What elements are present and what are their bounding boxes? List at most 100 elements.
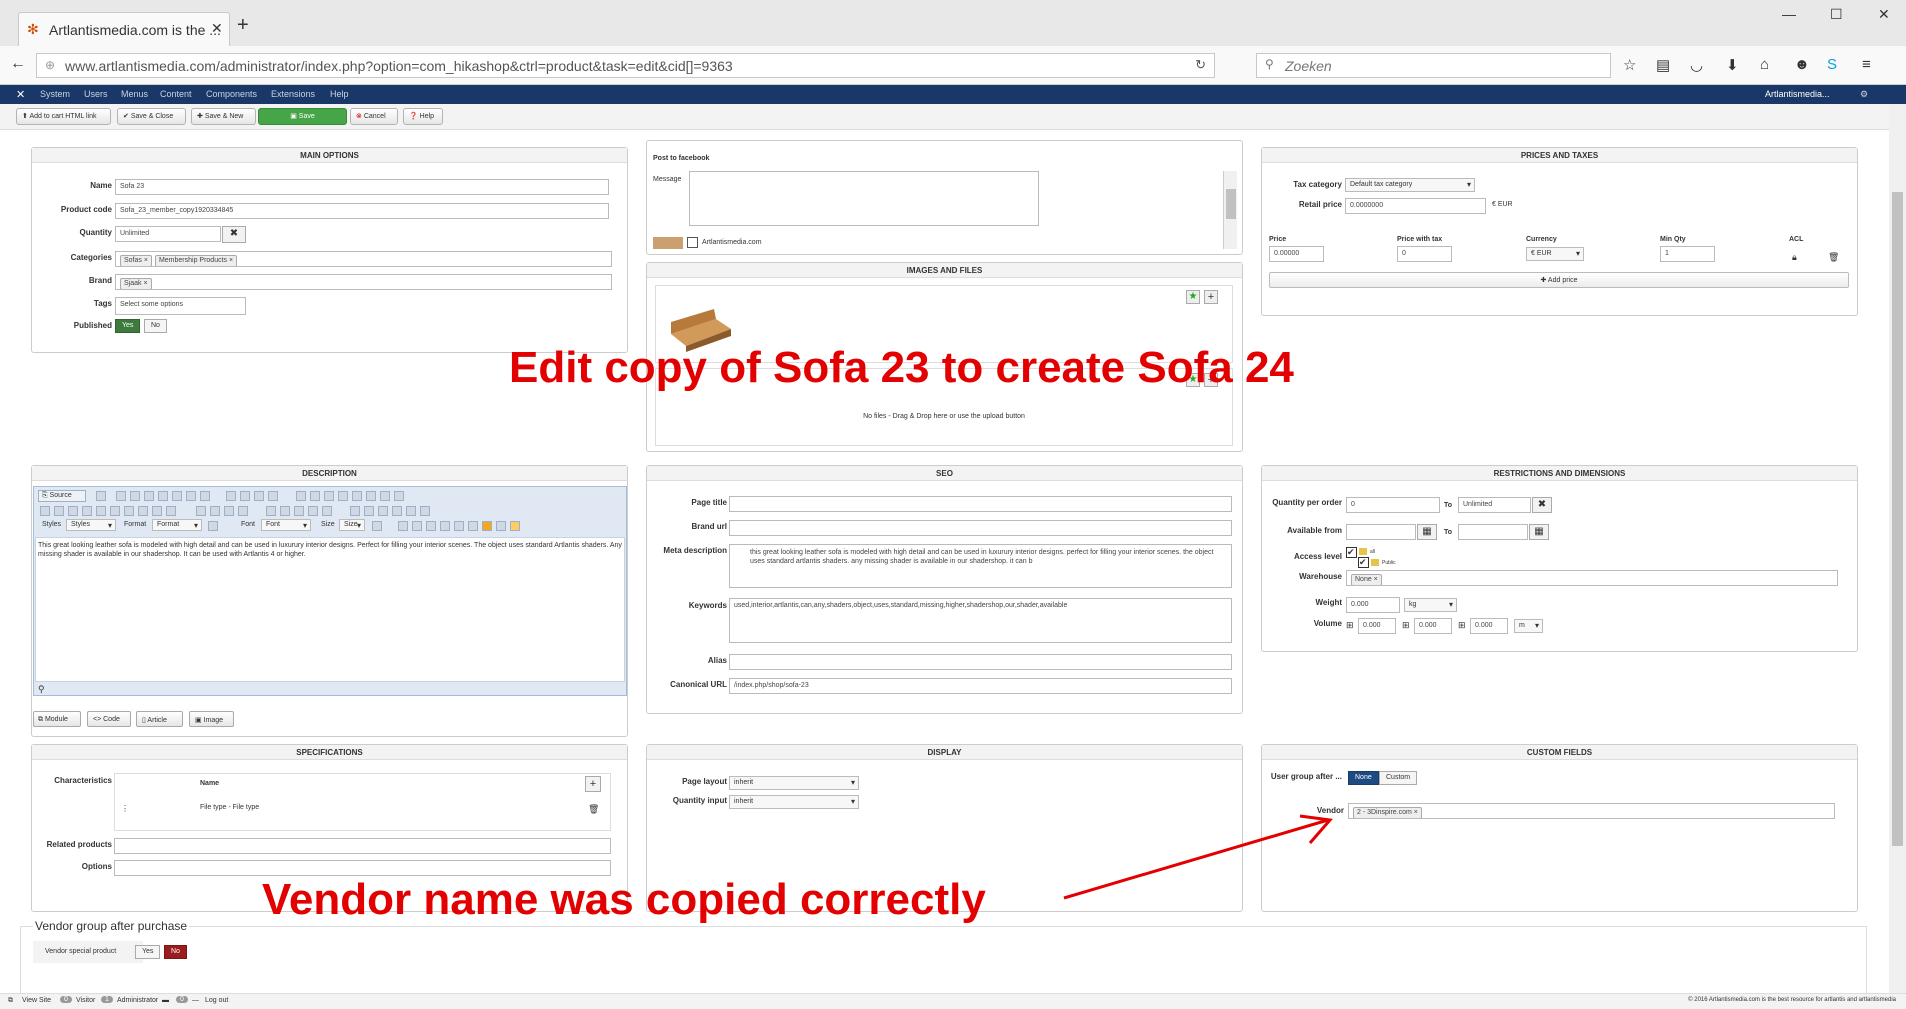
vendor-special-no-toggle[interactable]: No	[164, 945, 187, 959]
available-from-input[interactable]	[1346, 524, 1416, 540]
page-layout-select[interactable]: inherit	[729, 776, 859, 790]
menu-extensions[interactable]: Extensions	[271, 89, 315, 99]
menu-icon[interactable]: ≡	[1862, 56, 1871, 73]
save-new-button[interactable]: ✚ Save & New	[191, 108, 256, 125]
editor-tool-icon[interactable]	[40, 506, 50, 516]
menu-components[interactable]: Components	[206, 89, 257, 99]
image-button[interactable]: ▣ Image	[189, 711, 234, 727]
size-select[interactable]: Size	[339, 519, 365, 531]
editor-tool-icon[interactable]	[172, 491, 182, 501]
editor-tool-icon[interactable]	[268, 491, 278, 501]
editor-tool-icon[interactable]	[254, 491, 264, 501]
min-qty-input[interactable]: 1	[1660, 246, 1715, 262]
bookmark-star-icon[interactable]: ☆	[1623, 56, 1636, 74]
brand-chip[interactable]: Sjaak ×	[120, 278, 152, 289]
facebook-account-checkbox[interactable]	[687, 237, 698, 248]
editor-tool-icon[interactable]	[158, 491, 168, 501]
editor-tool-icon[interactable]	[96, 491, 106, 501]
settings-gear-icon[interactable]: ⚙	[1860, 89, 1868, 100]
editor-tool-icon[interactable]	[454, 521, 464, 531]
editor-tool-icon[interactable]	[116, 491, 126, 501]
vendor-chip[interactable]: 2 - 3Dinspire.com ×	[1353, 807, 1422, 818]
meta-description-input[interactable]: this great looking leather sofa is model…	[729, 544, 1232, 588]
site-name-link[interactable]: Artlantismedia...	[1765, 89, 1830, 99]
warehouse-chip[interactable]: None ×	[1351, 574, 1382, 585]
window-close-icon[interactable]: ✕	[1878, 6, 1890, 23]
module-button[interactable]: ⧉ Module	[33, 711, 81, 727]
price-with-tax-input[interactable]: 0	[1397, 246, 1452, 262]
editor-tool-icon[interactable]	[110, 506, 120, 516]
volume-unit-select[interactable]: m	[1514, 619, 1543, 633]
menu-content[interactable]: Content	[160, 89, 192, 99]
menu-help[interactable]: Help	[330, 89, 349, 99]
pocket-icon[interactable]: ◡	[1690, 56, 1703, 74]
category-chip[interactable]: Sofas ×	[120, 255, 152, 266]
back-icon[interactable]: ←	[10, 55, 26, 73]
code-button[interactable]: <> Code	[87, 711, 131, 727]
editor-tool-icon[interactable]	[226, 491, 236, 501]
editor-tool-icon[interactable]	[96, 506, 106, 516]
access-all-checkbox[interactable]: ✔	[1346, 547, 1357, 558]
currency-select[interactable]: € EUR	[1526, 247, 1584, 261]
minimize-icon[interactable]: —	[1782, 6, 1796, 22]
skype-icon[interactable]: S	[1827, 56, 1837, 73]
options-input[interactable]	[114, 860, 611, 876]
editor-tool-icon[interactable]	[398, 521, 408, 531]
source-button[interactable]: ⎘ Source	[38, 490, 86, 502]
bold-icon[interactable]	[296, 491, 306, 501]
save-button[interactable]: ▣ Save	[258, 108, 347, 125]
group-none-toggle[interactable]: None	[1348, 771, 1379, 785]
editor-tool-icon[interactable]	[412, 521, 422, 531]
editor-tool-icon[interactable]	[406, 506, 416, 516]
delete-characteristic-icon[interactable]: 🗑︎	[588, 804, 599, 815]
clear-max-quantity-icon[interactable]: ✖	[1532, 497, 1552, 513]
strike-icon[interactable]	[338, 491, 348, 501]
editor-tool-icon[interactable]	[130, 491, 140, 501]
menu-menus[interactable]: Menus	[121, 89, 148, 99]
editor-tool-icon[interactable]	[280, 506, 290, 516]
calendar-to-icon[interactable]: ▦	[1529, 524, 1549, 540]
browser-tab[interactable]: ✻ Artlantismedia.com is the ... ✕	[18, 12, 230, 46]
category-chip[interactable]: Membership Products ×	[154, 255, 238, 266]
editor-tool-icon[interactable]	[186, 491, 196, 501]
editor-tool-icon[interactable]	[224, 506, 234, 516]
clear-format-icon[interactable]	[394, 491, 404, 501]
styles-select[interactable]: Styles	[66, 519, 116, 531]
calendar-from-icon[interactable]: ▦	[1417, 524, 1437, 540]
editor-tool-icon[interactable]	[138, 506, 148, 516]
editor-tool-icon[interactable]	[468, 521, 478, 531]
menu-users[interactable]: Users	[84, 89, 108, 99]
cancel-button[interactable]: ⊗ Cancel	[350, 108, 398, 125]
related-products-input[interactable]	[114, 838, 611, 854]
editor-tool-icon[interactable]	[440, 521, 450, 531]
italic-icon[interactable]	[310, 491, 320, 501]
editor-tool-icon[interactable]	[378, 506, 388, 516]
editor-tool-icon[interactable]	[482, 521, 492, 531]
add-characteristic-icon[interactable]: +	[585, 776, 601, 792]
editor-tool-icon[interactable]	[166, 506, 176, 516]
facebook-scrollbar[interactable]	[1223, 171, 1237, 249]
editor-tool-icon[interactable]	[200, 491, 210, 501]
reading-list-icon[interactable]: ▤	[1656, 56, 1670, 74]
editor-tool-icon[interactable]	[364, 506, 374, 516]
text-color-icon[interactable]	[372, 521, 382, 531]
save-close-button[interactable]: ✔ Save & Close	[117, 108, 186, 125]
volume-length-input[interactable]: 0.000	[1358, 618, 1396, 634]
subscript-icon[interactable]	[352, 491, 362, 501]
volume-height-input[interactable]: 0.000	[1470, 618, 1508, 634]
keywords-input[interactable]: used,interior,artlantis,can,any,shaders,…	[729, 598, 1232, 643]
warehouse-input[interactable]: None ×	[1346, 570, 1838, 586]
editor-tool-icon[interactable]	[82, 506, 92, 516]
categories-input[interactable]: Sofas × Membership Products ×	[115, 251, 612, 267]
menu-system[interactable]: System	[40, 89, 70, 99]
quantity-input[interactable]: Unlimited	[115, 226, 221, 242]
underline-icon[interactable]	[324, 491, 334, 501]
clear-quantity-icon[interactable]: ✖	[222, 226, 246, 243]
editor-tool-icon[interactable]	[392, 506, 402, 516]
joomla-logo-icon[interactable]: ✕	[16, 88, 25, 101]
editor-tool-icon[interactable]	[152, 506, 162, 516]
editor-tool-icon[interactable]	[240, 491, 250, 501]
retail-price-input[interactable]: 0.0000000	[1345, 198, 1486, 214]
editor-tool-icon[interactable]	[68, 506, 78, 516]
editor-tool-icon[interactable]	[420, 506, 430, 516]
